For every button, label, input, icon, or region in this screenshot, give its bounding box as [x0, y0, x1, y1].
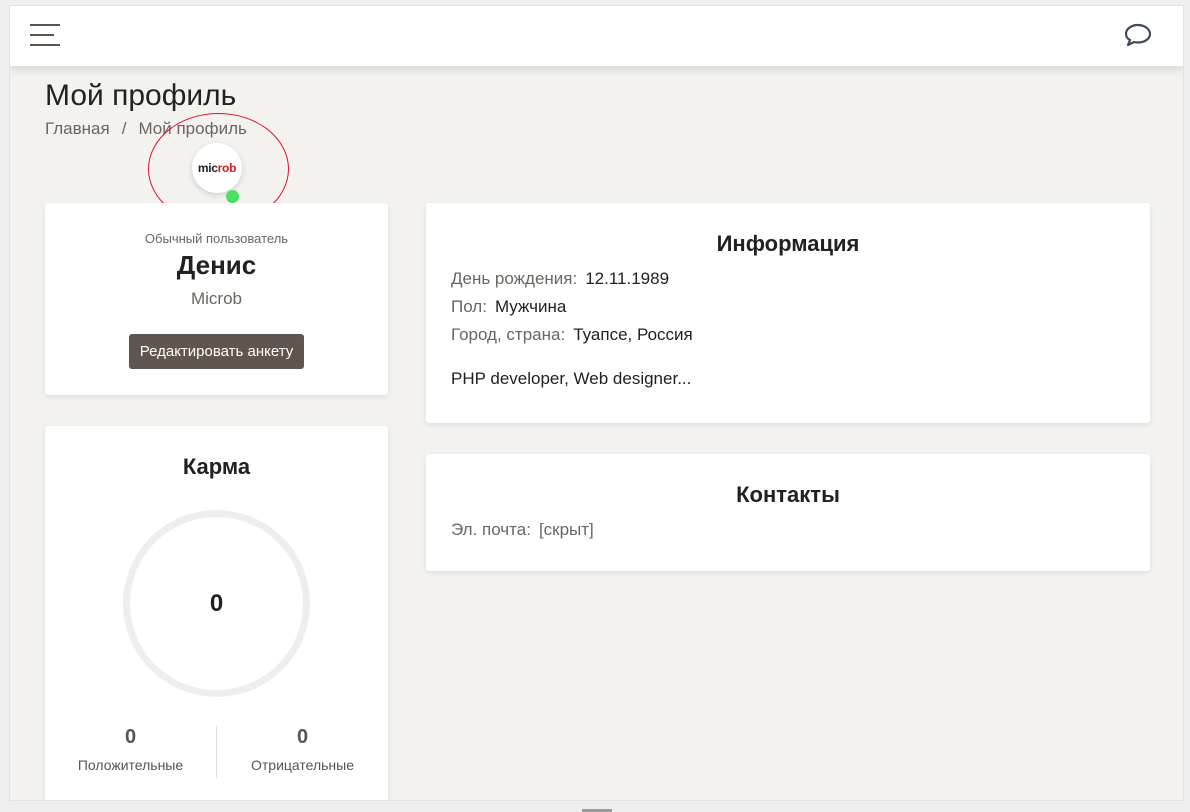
field-label: Пол: [451, 297, 487, 316]
field-value: Мужчина [494, 297, 567, 316]
chat-bubble-icon[interactable] [1123, 22, 1153, 48]
karma-positive: 0 Положительные [45, 726, 216, 773]
page-title: Мой профиль [45, 79, 237, 112]
info-row-gender: Пол: Мужчина [451, 293, 1125, 321]
field-value: Туапсе, Россия [573, 325, 693, 344]
profile-card: Обычный пользователь Денис Microb Редакт… [45, 203, 388, 395]
user-nickname: Microb [190, 289, 242, 308]
contacts-card: Контакты Эл. почта: [скрыт] [426, 454, 1150, 571]
hamburger-icon[interactable] [30, 24, 60, 52]
contact-row-email: Эл. почта: [скрыт] [451, 516, 1125, 544]
karma-ring: 0 [123, 510, 310, 697]
user-name: Денис [176, 250, 257, 280]
info-row-city: Город, страна: Туапсе, Россия [451, 321, 1125, 349]
field-label: Эл. почта: [451, 520, 531, 539]
breadcrumb-home[interactable]: Главная [45, 119, 110, 138]
karma-card: Карма 0 0 Положительные 0 Отрицательные [45, 426, 388, 800]
negative-label: Отрицательные [250, 757, 355, 773]
field-label: День рождения: [451, 269, 578, 288]
info-card: Информация День рождения: 12.11.1989 Пол:… [426, 203, 1150, 423]
breadcrumb-separator: / [121, 119, 127, 138]
info-row-birthday: День рождения: 12.11.1989 [451, 265, 1125, 293]
positive-count: 0 [124, 726, 137, 748]
karma-negative: 0 Отрицательные [217, 726, 388, 773]
user-role: Обычный пользователь [144, 231, 289, 246]
karma-title: Карма [182, 454, 251, 479]
info-title: Информация [716, 231, 860, 256]
contacts-title: Контакты [736, 482, 840, 507]
field-value: 12.11.1989 [585, 269, 670, 288]
karma-value: 0 [209, 589, 224, 617]
positive-label: Положительные [77, 757, 184, 773]
about-text: PHP developer, Web designer... [451, 369, 692, 388]
top-bar [10, 6, 1183, 66]
page: Мой профиль Главная / Мой профиль mic rob О… [9, 5, 1184, 801]
edit-profile-button[interactable]: Редактировать анкету [128, 334, 305, 369]
negative-count: 0 [296, 726, 309, 748]
field-label: Город, страна: [451, 325, 566, 344]
field-value: [скрыт] [538, 520, 594, 539]
